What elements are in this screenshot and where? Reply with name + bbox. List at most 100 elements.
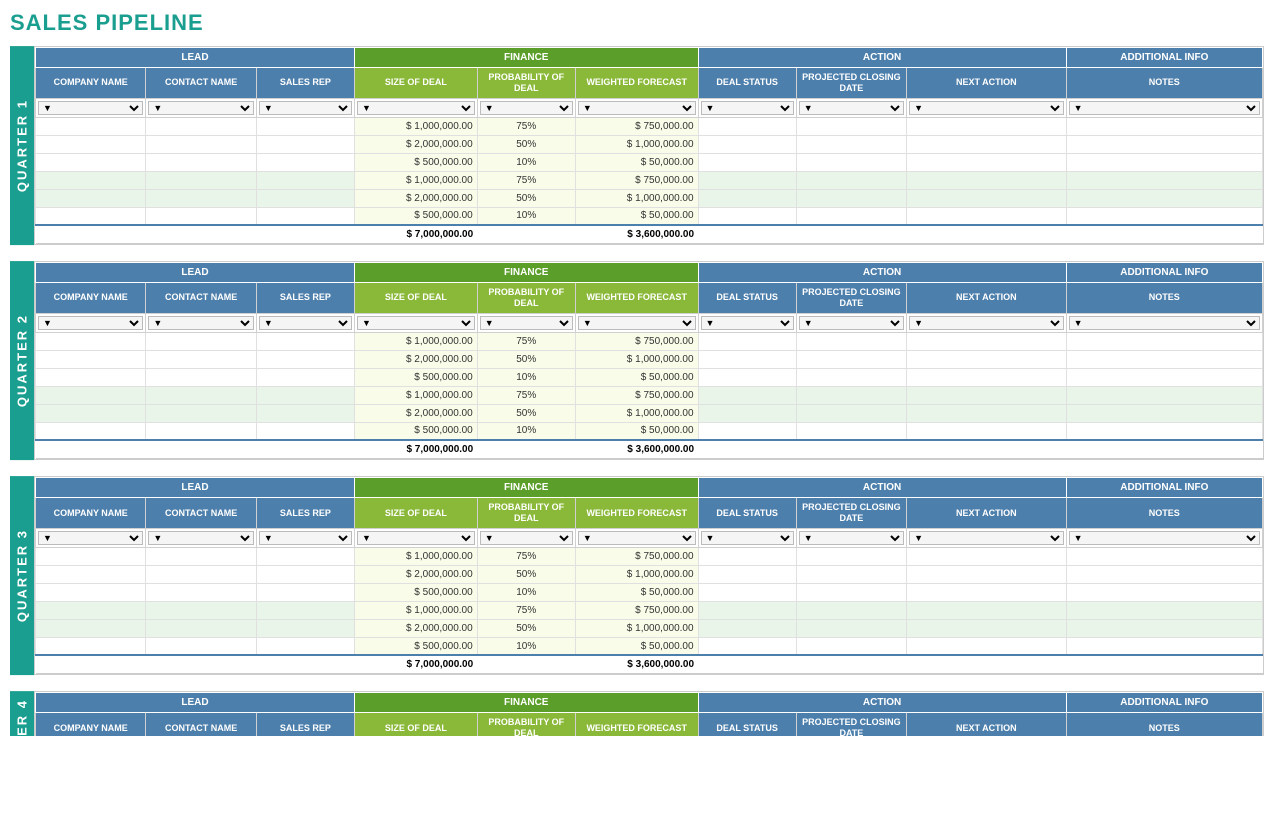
select-contact[interactable]: ▼ [148,101,253,115]
cell-size: $ 2,000,000.00 [355,135,478,153]
dropdown-weighted[interactable]: ▼ [575,98,698,117]
cell-notes [1066,422,1262,440]
select-dealstatus[interactable]: ▼ [701,101,794,115]
cell-contact [146,350,256,368]
cell-size: $ 2,000,000.00 [355,350,478,368]
dropdown-salesrep[interactable]: ▼ [256,313,354,332]
select-weighted[interactable]: ▼ [578,531,696,545]
select-weighted[interactable]: ▼ [578,101,696,115]
dropdown-dealstatus[interactable]: ▼ [698,528,796,547]
select-size[interactable]: ▼ [357,531,475,545]
select-dealstatus[interactable]: ▼ [701,531,794,545]
select-company[interactable]: ▼ [38,316,143,330]
select-projdate[interactable]: ▼ [799,101,904,115]
dropdown-projdate[interactable]: ▼ [796,528,906,547]
cell-nextaction [907,619,1067,637]
cell-nextaction [907,171,1067,189]
table-row: $ 2,000,000.00 50% $ 1,000,000.00 [36,189,1263,207]
dropdown-company[interactable]: ▼ [36,98,146,117]
cell-nextaction [907,368,1067,386]
dropdown-salesrep[interactable]: ▼ [256,98,354,117]
cell-nextaction [907,565,1067,583]
total-weighted: $ 3,600,000.00 [575,225,698,244]
cell-projdate [796,547,906,565]
select-contact[interactable]: ▼ [148,531,253,545]
select-notes[interactable]: ▼ [1069,316,1260,330]
dropdown-nextaction[interactable]: ▼ [907,313,1067,332]
select-projdate[interactable]: ▼ [799,531,904,545]
dropdown-projdate[interactable]: ▼ [796,98,906,117]
dropdown-nextaction[interactable]: ▼ [907,98,1067,117]
select-prob[interactable]: ▼ [480,531,573,545]
dropdown-contact[interactable]: ▼ [146,98,256,117]
select-nextaction[interactable]: ▼ [909,531,1064,545]
select-company[interactable]: ▼ [38,531,143,545]
cell-company [36,583,146,601]
quarter-label-q2: QUARTER 2 [10,261,34,460]
dropdown-projdate[interactable]: ▼ [796,313,906,332]
cell-size: $ 1,000,000.00 [355,171,478,189]
dropdown-contact[interactable]: ▼ [146,313,256,332]
select-salesrep[interactable]: ▼ [259,316,352,330]
col-probability-of-deal: PROBABILITY OF DEAL [477,498,575,529]
dropdown-company[interactable]: ▼ [36,528,146,547]
table-row: $ 1,000,000.00 75% $ 750,000.00 [36,386,1263,404]
dropdown-prob[interactable]: ▼ [477,313,575,332]
cell-notes [1066,583,1262,601]
dropdown-size[interactable]: ▼ [355,98,478,117]
cell-nextaction [907,404,1067,422]
cell-salesrep [256,117,354,135]
cell-projdate [796,171,906,189]
dropdown-dealstatus[interactable]: ▼ [698,98,796,117]
cell-weighted: $ 50,000.00 [575,207,698,225]
dropdown-notes[interactable]: ▼ [1066,98,1262,117]
dropdown-row: ▼ ▼ ▼ ▼ ▼ ▼ ▼ ▼ ▼ ▼ [36,98,1263,117]
select-contact[interactable]: ▼ [148,316,253,330]
cell-salesrep [256,386,354,404]
select-size[interactable]: ▼ [357,316,475,330]
dropdown-nextaction[interactable]: ▼ [907,528,1067,547]
total-row: $ 7,000,000.00 $ 3,600,000.00 [36,655,1263,674]
select-nextaction[interactable]: ▼ [909,316,1064,330]
cell-prob: 75% [477,332,575,350]
dropdown-size[interactable]: ▼ [355,313,478,332]
select-prob[interactable]: ▼ [480,101,573,115]
cell-notes [1066,637,1262,655]
select-dealstatus[interactable]: ▼ [701,316,794,330]
select-nextaction[interactable]: ▼ [909,101,1064,115]
dropdown-contact[interactable]: ▼ [146,528,256,547]
cell-notes [1066,601,1262,619]
total-size: $ 7,000,000.00 [355,655,478,674]
dropdown-dealstatus[interactable]: ▼ [698,313,796,332]
total-row: $ 7,000,000.00 $ 3,600,000.00 [36,440,1263,459]
cat-lead: LEAD [36,478,355,498]
dropdown-prob[interactable]: ▼ [477,98,575,117]
dropdown-company[interactable]: ▼ [36,313,146,332]
cell-salesrep [256,350,354,368]
select-weighted[interactable]: ▼ [578,316,696,330]
cell-prob: 50% [477,404,575,422]
select-company[interactable]: ▼ [38,101,143,115]
dropdown-salesrep[interactable]: ▼ [256,528,354,547]
cell-contact [146,153,256,171]
dropdown-notes[interactable]: ▼ [1066,313,1262,332]
select-salesrep[interactable]: ▼ [259,531,352,545]
col-deal-status: DEAL STATUS [698,283,796,314]
select-notes[interactable]: ▼ [1069,531,1260,545]
total-prob-empty [477,225,575,244]
dropdown-size[interactable]: ▼ [355,528,478,547]
select-prob[interactable]: ▼ [480,316,573,330]
cell-weighted: $ 1,000,000.00 [575,135,698,153]
col-company-name: COMPANY NAME [36,498,146,529]
select-salesrep[interactable]: ▼ [259,101,352,115]
cell-size: $ 500,000.00 [355,153,478,171]
select-notes[interactable]: ▼ [1069,101,1260,115]
cell-prob: 50% [477,350,575,368]
select-projdate[interactable]: ▼ [799,316,904,330]
dropdown-notes[interactable]: ▼ [1066,528,1262,547]
dropdown-prob[interactable]: ▼ [477,528,575,547]
dropdown-weighted[interactable]: ▼ [575,313,698,332]
dropdown-weighted[interactable]: ▼ [575,528,698,547]
select-size[interactable]: ▼ [357,101,475,115]
cat-action: ACTION [698,263,1066,283]
